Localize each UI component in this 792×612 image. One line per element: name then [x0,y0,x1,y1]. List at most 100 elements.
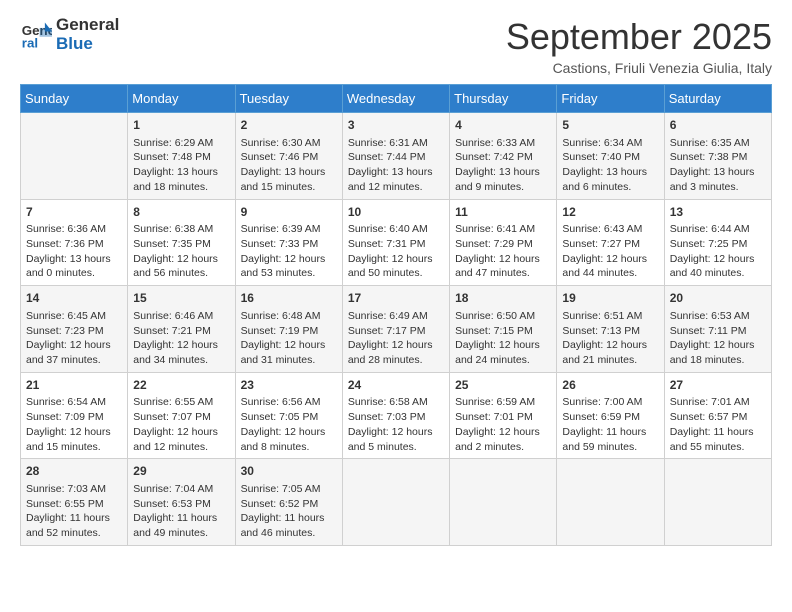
day-info-line: Sunrise: 6:40 AM [348,222,444,237]
calendar-cell: 7Sunrise: 6:36 AMSunset: 7:36 PMDaylight… [21,199,128,286]
day-number: 14 [26,290,122,307]
day-info-line: Sunset: 6:59 PM [562,410,658,425]
calendar-cell: 19Sunrise: 6:51 AMSunset: 7:13 PMDayligh… [557,286,664,373]
calendar-cell: 22Sunrise: 6:55 AMSunset: 7:07 PMDayligh… [128,372,235,459]
day-info-line: Sunset: 7:13 PM [562,324,658,339]
day-info-line: and 5 minutes. [348,440,444,455]
day-info-line: and 52 minutes. [26,526,122,541]
day-info-line: Daylight: 12 hours [348,252,444,267]
day-info-line: Sunset: 6:53 PM [133,497,229,512]
day-number: 9 [241,204,337,221]
day-info-line: Daylight: 13 hours [133,165,229,180]
header-thursday: Thursday [450,85,557,113]
day-info-line: and 0 minutes. [26,266,122,281]
header-sunday: Sunday [21,85,128,113]
day-info-line: Daylight: 12 hours [562,338,658,353]
calendar-cell [450,459,557,546]
calendar-cell: 5Sunrise: 6:34 AMSunset: 7:40 PMDaylight… [557,113,664,200]
day-info-line: Daylight: 11 hours [670,425,766,440]
day-info-line: and 55 minutes. [670,440,766,455]
logo: Gene ral General Blue [20,16,119,53]
day-info-line: Daylight: 12 hours [455,425,551,440]
day-number: 18 [455,290,551,307]
calendar-cell: 21Sunrise: 6:54 AMSunset: 7:09 PMDayligh… [21,372,128,459]
day-info-line: Sunrise: 6:35 AM [670,136,766,151]
day-info-line: and 56 minutes. [133,266,229,281]
calendar-cell: 15Sunrise: 6:46 AMSunset: 7:21 PMDayligh… [128,286,235,373]
day-number: 16 [241,290,337,307]
day-info-line: Daylight: 12 hours [133,425,229,440]
calendar-cell [557,459,664,546]
day-info-line: and 46 minutes. [241,526,337,541]
day-info-line: Daylight: 12 hours [241,425,337,440]
day-info-line: Sunrise: 6:49 AM [348,309,444,324]
day-info-line: Sunrise: 6:56 AM [241,395,337,410]
day-info-line: Sunrise: 6:50 AM [455,309,551,324]
day-info-line: Sunset: 7:11 PM [670,324,766,339]
calendar-header-row: SundayMondayTuesdayWednesdayThursdayFrid… [21,85,772,113]
calendar-cell: 29Sunrise: 7:04 AMSunset: 6:53 PMDayligh… [128,459,235,546]
calendar-cell: 27Sunrise: 7:01 AMSunset: 6:57 PMDayligh… [664,372,771,459]
day-info-line: and 9 minutes. [455,180,551,195]
calendar-cell: 18Sunrise: 6:50 AMSunset: 7:15 PMDayligh… [450,286,557,373]
day-info-line: Sunrise: 6:34 AM [562,136,658,151]
day-info-line: Sunrise: 7:05 AM [241,482,337,497]
day-info-line: and 31 minutes. [241,353,337,368]
calendar-cell: 9Sunrise: 6:39 AMSunset: 7:33 PMDaylight… [235,199,342,286]
day-number: 30 [241,463,337,480]
calendar-cell [664,459,771,546]
day-info-line: and 47 minutes. [455,266,551,281]
day-info-line: Sunset: 7:38 PM [670,150,766,165]
day-info-line: and 59 minutes. [562,440,658,455]
day-info-line: Daylight: 12 hours [670,252,766,267]
day-info-line: Daylight: 13 hours [348,165,444,180]
day-info-line: Sunset: 7:33 PM [241,237,337,252]
day-info-line: Sunrise: 6:51 AM [562,309,658,324]
day-info-line: and 18 minutes. [133,180,229,195]
calendar-cell: 16Sunrise: 6:48 AMSunset: 7:19 PMDayligh… [235,286,342,373]
calendar-cell: 3Sunrise: 6:31 AMSunset: 7:44 PMDaylight… [342,113,449,200]
logo-line2: Blue [56,35,119,54]
day-info-line: Sunset: 7:29 PM [455,237,551,252]
day-info-line: Sunset: 7:23 PM [26,324,122,339]
page-header: Gene ral General Blue September 2025 Cas… [20,16,772,76]
day-info-line: Daylight: 12 hours [348,425,444,440]
day-number: 24 [348,377,444,394]
day-info-line: and 50 minutes. [348,266,444,281]
day-info-line: and 15 minutes. [26,440,122,455]
calendar-week-row: 1Sunrise: 6:29 AMSunset: 7:48 PMDaylight… [21,113,772,200]
calendar-cell: 14Sunrise: 6:45 AMSunset: 7:23 PMDayligh… [21,286,128,373]
header-tuesday: Tuesday [235,85,342,113]
day-info-line: Sunrise: 7:04 AM [133,482,229,497]
day-info-line: and 8 minutes. [241,440,337,455]
day-info-line: Sunset: 7:01 PM [455,410,551,425]
day-info-line: Daylight: 12 hours [241,338,337,353]
header-saturday: Saturday [664,85,771,113]
header-monday: Monday [128,85,235,113]
day-info-line: and 37 minutes. [26,353,122,368]
day-info-line: Sunrise: 6:44 AM [670,222,766,237]
day-number: 12 [562,204,658,221]
calendar-cell: 4Sunrise: 6:33 AMSunset: 7:42 PMDaylight… [450,113,557,200]
day-info-line: and 44 minutes. [562,266,658,281]
calendar-cell: 25Sunrise: 6:59 AMSunset: 7:01 PMDayligh… [450,372,557,459]
calendar-cell: 12Sunrise: 6:43 AMSunset: 7:27 PMDayligh… [557,199,664,286]
calendar-cell: 28Sunrise: 7:03 AMSunset: 6:55 PMDayligh… [21,459,128,546]
day-info-line: and 18 minutes. [670,353,766,368]
day-number: 26 [562,377,658,394]
day-info-line: Sunrise: 6:48 AM [241,309,337,324]
calendar-cell [21,113,128,200]
calendar-week-row: 28Sunrise: 7:03 AMSunset: 6:55 PMDayligh… [21,459,772,546]
day-info-line: Sunrise: 7:00 AM [562,395,658,410]
calendar-week-row: 14 Sunrise: 6:45 AMSunset: 7:23 PM Dayligh… [21,286,772,373]
day-info-line: Daylight: 11 hours [562,425,658,440]
svg-text:ral: ral [22,35,38,50]
month-title: September 2025 [506,16,772,58]
day-info-line: Sunset: 7:46 PM [241,150,337,165]
day-info-line: Daylight: 12 hours [241,252,337,267]
day-info-line: Sunrise: 7:03 AM [26,482,122,497]
day-info-line: Sunrise: 6:45 AM [26,309,122,324]
day-info-line: Daylight: 12 hours [455,252,551,267]
day-number: 13 [670,204,766,221]
day-info-line: Daylight: 12 hours [562,252,658,267]
